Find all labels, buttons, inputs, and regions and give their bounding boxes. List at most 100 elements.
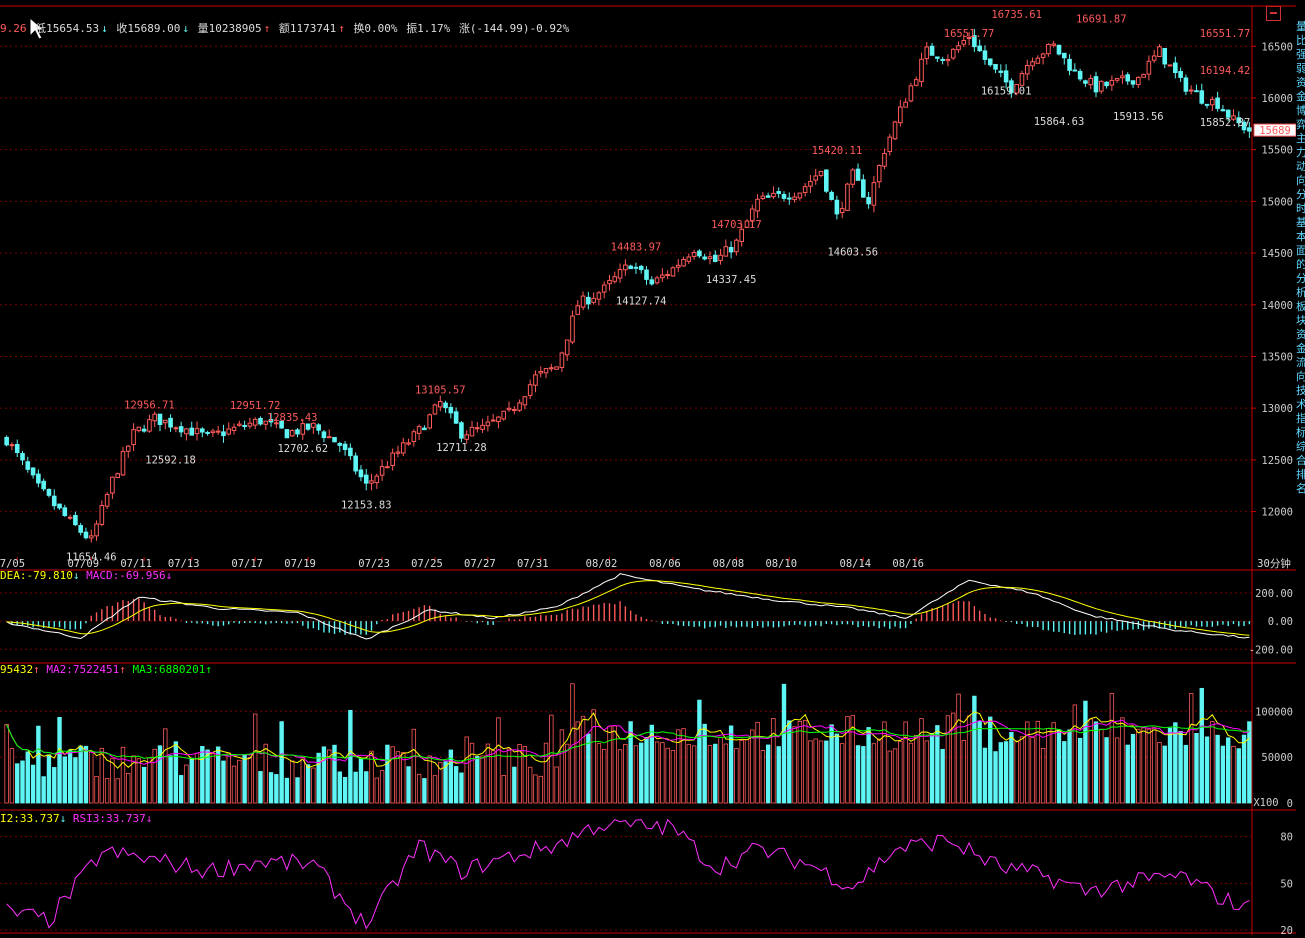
candle-body	[385, 466, 390, 469]
candle-body	[765, 195, 771, 198]
candle-body	[443, 402, 448, 409]
price-tick-label: 15000	[1261, 196, 1293, 208]
volume-bar	[998, 742, 1004, 804]
volume-bar	[136, 758, 142, 804]
volume-bar	[1030, 737, 1035, 804]
volume-bar	[205, 749, 210, 804]
candle-body	[252, 418, 258, 426]
volume-bar	[644, 737, 649, 804]
date-tick-label: 08/10	[765, 558, 797, 570]
candle-body	[940, 58, 945, 61]
volume-bar	[527, 766, 533, 804]
candle-body	[982, 50, 988, 60]
extreme-price-label: 16551.77	[1200, 28, 1251, 40]
volume-bar	[512, 766, 517, 804]
volume-bar	[1014, 740, 1019, 804]
volume-bar	[173, 741, 179, 804]
macd-dea-line	[6, 580, 1250, 636]
candle-body	[527, 384, 533, 396]
candle-body	[332, 436, 337, 443]
extreme-price-label: 15420.11	[812, 145, 863, 157]
volume-bar	[533, 774, 538, 804]
quote-info-bar: 9.26 低15654.53 ↓ 收15689.00 ↓ 量10238905 ↑ 额1…	[0, 20, 571, 36]
candle-body	[1098, 80, 1104, 92]
volume-bar	[416, 773, 422, 804]
candle-body	[1046, 43, 1051, 55]
volume-bar	[1072, 704, 1078, 804]
candle-body	[612, 276, 618, 282]
volume-bar	[1003, 741, 1009, 804]
candle-body	[517, 402, 522, 411]
volume-bar	[929, 733, 935, 804]
candle-body	[924, 46, 930, 60]
candle-body	[734, 239, 739, 253]
volume-bar	[89, 751, 94, 804]
candle-body	[691, 252, 697, 257]
candle-body	[1104, 81, 1109, 87]
amount-value: 额1173741	[278, 22, 337, 35]
candle-body	[258, 417, 263, 425]
volume-bar	[575, 721, 580, 804]
candle-body	[1114, 77, 1120, 81]
volume-bar	[1231, 745, 1236, 804]
extreme-price-label: 14703.17	[711, 219, 762, 231]
volume-bar	[1083, 700, 1088, 804]
candle-body	[162, 419, 168, 424]
volume-bar	[993, 751, 998, 804]
candle-body	[549, 367, 554, 370]
volume-bar	[586, 733, 591, 804]
date-tick-label: 07/31	[517, 558, 549, 570]
extreme-price-label: 14603.56	[827, 246, 878, 258]
volume-bar	[792, 726, 797, 804]
candle-body	[395, 451, 401, 454]
candle-body	[1120, 75, 1125, 79]
candle-body	[1157, 46, 1162, 57]
candle-body	[1067, 58, 1072, 71]
extreme-price-label: 15864.63	[1034, 116, 1085, 128]
volume-bar	[168, 755, 173, 804]
candle-body	[501, 410, 507, 420]
date-tick-label: 07/23	[358, 558, 390, 570]
candle-body	[792, 196, 797, 201]
volume-bar	[871, 743, 877, 804]
candle-body	[617, 269, 623, 279]
volume-bar	[189, 757, 194, 804]
volume-bar	[1130, 733, 1136, 804]
volume-bar	[1019, 736, 1025, 804]
volume-bar	[607, 725, 612, 804]
side-panel-text[interactable]: 量比强弱资金博弈主力动向分时基本面的分析板块资金流向技术指标综合排名	[1296, 20, 1305, 930]
volume-bar	[237, 759, 242, 804]
volume-bar	[194, 752, 200, 804]
candle-body	[956, 45, 961, 51]
volume-bar	[432, 775, 438, 804]
date-tick-label: 08/16	[892, 558, 924, 570]
stock-chart: 12000 12500 13000 13500 14000 14500 15000 15500…	[0, 5, 1297, 937]
candle-body	[824, 169, 829, 192]
volume-bar	[290, 760, 295, 804]
volume-bar	[406, 766, 411, 804]
volume-bar	[559, 729, 565, 804]
rsi-line	[6, 818, 1250, 930]
candle-body	[644, 269, 649, 280]
volume-bar	[914, 734, 919, 804]
volume-bar	[501, 774, 506, 804]
candle-body	[1109, 79, 1115, 86]
volume-bar	[337, 771, 342, 804]
volume-bar	[892, 748, 898, 804]
volume-bar	[496, 717, 501, 804]
candle-body	[882, 153, 887, 167]
candle-body	[977, 45, 982, 52]
candle-body	[570, 315, 575, 343]
candle-body	[459, 422, 464, 439]
volume-bar	[1167, 727, 1173, 804]
down-arrow-icon: ↓	[59, 812, 67, 825]
volume-bar	[459, 772, 464, 804]
volume-bar	[1077, 737, 1083, 804]
candle-body	[1178, 71, 1183, 78]
candle-body	[760, 195, 766, 200]
volume-bar	[226, 752, 231, 804]
volume-bar	[242, 754, 247, 804]
volume-bar	[1226, 737, 1231, 804]
volume-bar	[707, 745, 713, 804]
candle-body	[702, 256, 707, 260]
